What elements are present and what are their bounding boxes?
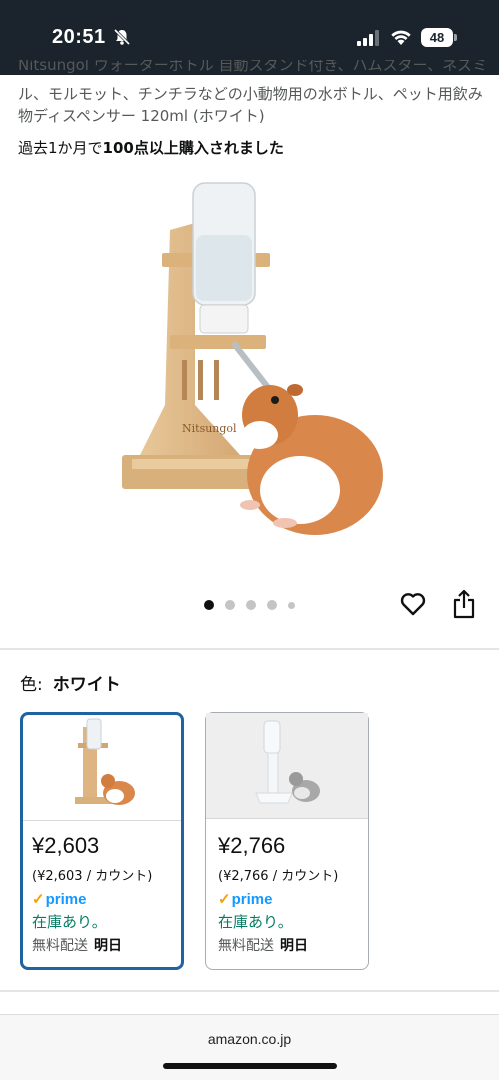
variant-stock: 在庫あり。 xyxy=(218,913,293,931)
section-divider xyxy=(0,990,499,992)
purchase-count-prefix: 過去1か月で xyxy=(18,139,103,157)
variant-image xyxy=(255,720,320,804)
color-selector-label: 色: ホワイト xyxy=(20,670,121,695)
home-indicator[interactable] xyxy=(163,1063,337,1069)
product-title[interactable]: ル、モルモット、チンチラなどの小動物用の水ボトル、ペット用飲み物ディスペンサー … xyxy=(18,83,488,127)
variant-stock: 在庫あり。 xyxy=(32,913,107,931)
delivery-day: 明日 xyxy=(94,938,122,954)
product-title-cut: Nitsungol ウォーターボトル 自動スタンド付き、ハムスター、ネズミ xyxy=(18,60,488,78)
prime-check-icon: ✓ xyxy=(32,891,45,908)
variant-shipping: 無料配送 明日 xyxy=(32,935,122,955)
battery-indicator: 48 xyxy=(421,28,457,47)
url-text[interactable]: amazon.co.jp xyxy=(0,1031,499,1047)
variant-card-selected[interactable]: ¥2,603 (¥2,603 / カウント) ✓prime 在庫あり。 無料配送… xyxy=(20,712,184,970)
color-value: ホワイト xyxy=(52,675,121,695)
variant-card[interactable]: ¥2,766 (¥2,766 / カウント) ✓prime 在庫あり。 無料配送… xyxy=(205,712,369,970)
prime-badge: ✓prime xyxy=(218,890,272,908)
variant-thumbnail xyxy=(23,715,181,821)
browser-address-bar[interactable]: amazon.co.jp xyxy=(0,1014,499,1080)
purchase-count-bold: 100点以上購入されました xyxy=(102,139,284,157)
variant-shipping: 無料配送 明日 xyxy=(218,935,308,955)
shipping-label: 無料配送 xyxy=(32,938,88,954)
prime-check-icon: ✓ xyxy=(218,891,231,908)
carousel-dot[interactable] xyxy=(246,600,256,610)
shipping-label: 無料配送 xyxy=(218,938,274,954)
variant-price: ¥2,766 xyxy=(218,833,286,858)
battery-nub xyxy=(454,34,457,41)
share-icon[interactable] xyxy=(452,589,476,619)
variant-image xyxy=(75,718,135,805)
carousel-dot[interactable] xyxy=(204,600,214,610)
variant-price: ¥2,603 xyxy=(32,833,100,858)
battery-level: 48 xyxy=(421,28,453,47)
product-title-partial: Nitsungol ウォーターボトル 自動スタンド付き、ハムスター、ネズミ xyxy=(18,60,488,74)
product-logo: Nitsungol xyxy=(182,422,237,435)
variant-thumbnail xyxy=(206,713,368,819)
color-label: 色: xyxy=(20,675,43,695)
prime-label: prime xyxy=(231,891,273,908)
carousel-dot[interactable] xyxy=(267,600,277,610)
wifi-icon xyxy=(391,30,411,45)
carousel-dot[interactable] xyxy=(225,600,235,610)
section-divider xyxy=(0,648,499,650)
signal-icon xyxy=(357,30,379,46)
purchase-count: 過去1か月で100点以上購入されました xyxy=(18,137,284,158)
variant-unit-price: (¥2,603 / カウント) xyxy=(32,869,153,884)
bell-slash-icon xyxy=(113,28,131,46)
image-carousel-dots[interactable] xyxy=(204,600,295,610)
prime-label: prime xyxy=(45,891,87,908)
variant-unit-price: (¥2,766 / カウント) xyxy=(218,869,339,884)
delivery-day: 明日 xyxy=(280,938,308,954)
product-image[interactable]: Nitsungol xyxy=(110,175,390,555)
heart-icon[interactable] xyxy=(400,592,426,616)
prime-badge: ✓prime xyxy=(32,890,86,908)
carousel-dot[interactable] xyxy=(288,601,295,609)
status-time: 20:51 xyxy=(52,26,106,48)
